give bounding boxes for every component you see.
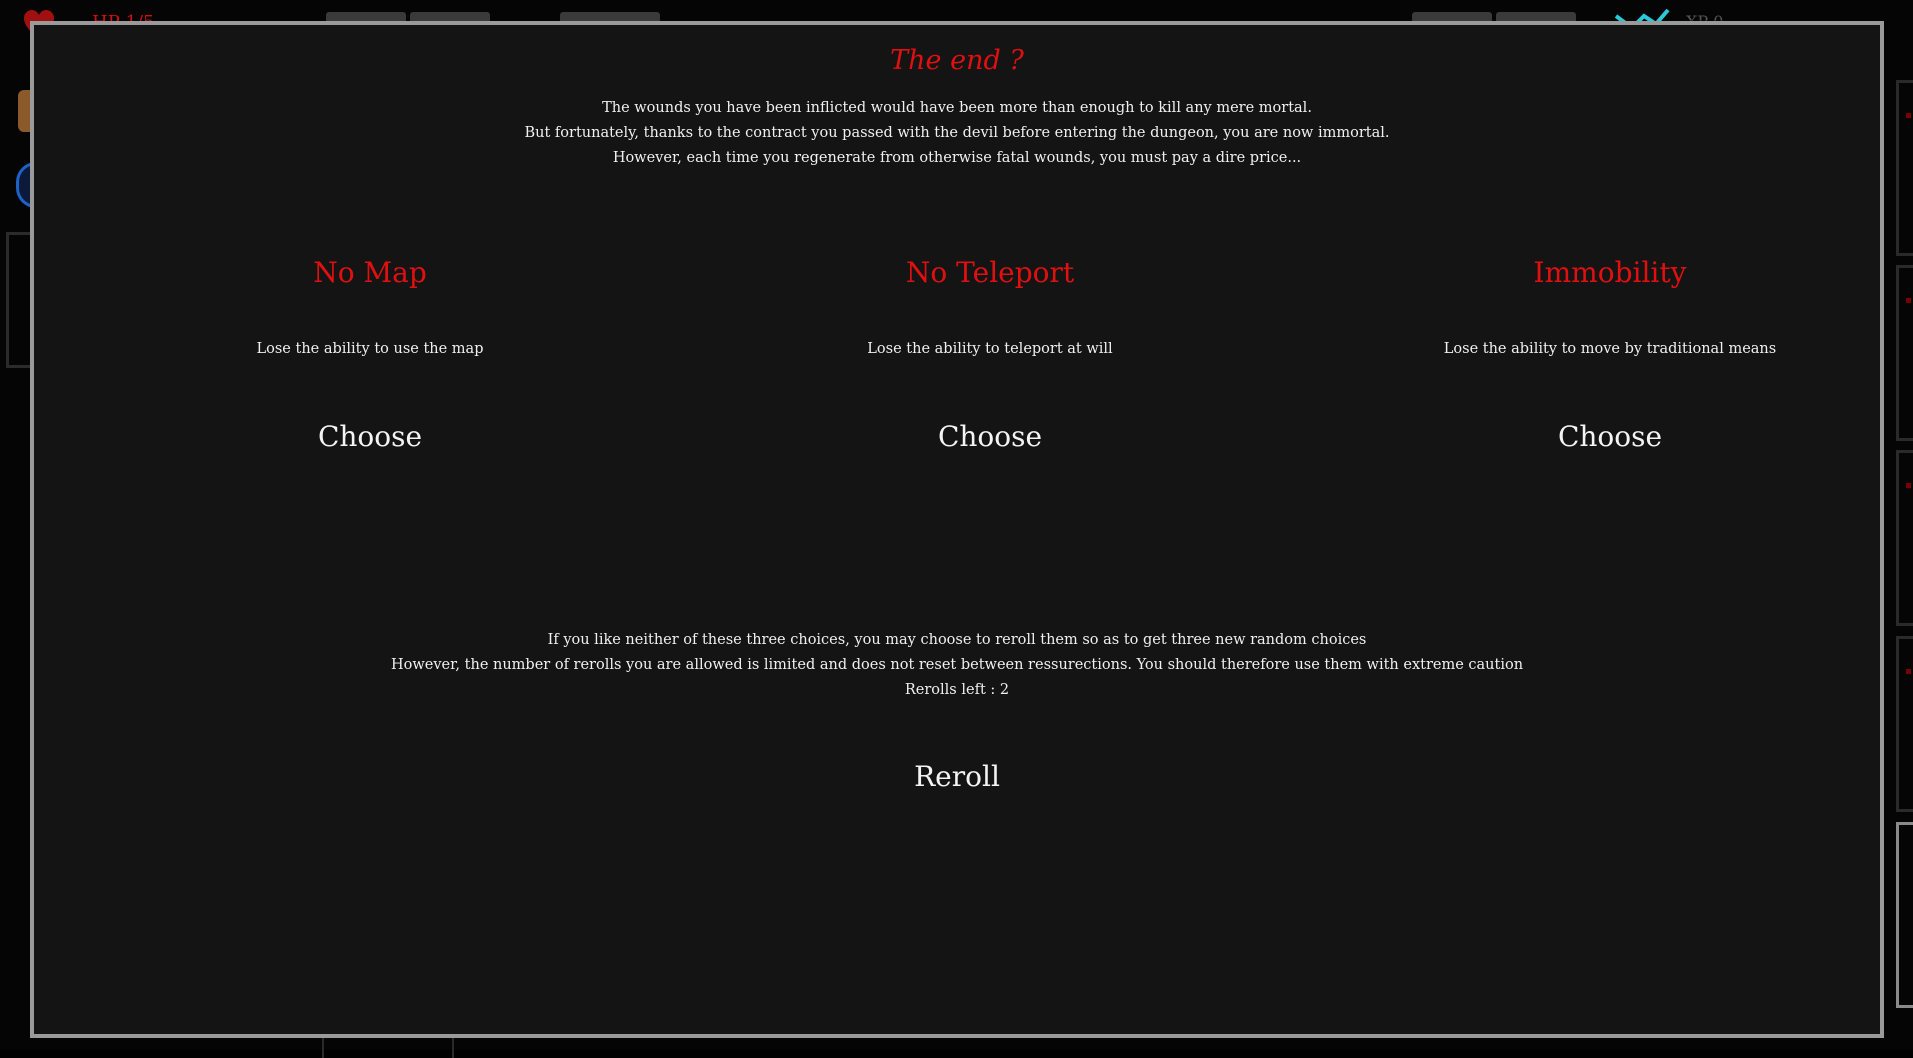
option-description: Lose the ability to move by traditional … bbox=[1443, 341, 1777, 357]
choose-no-teleport-button[interactable]: Choose bbox=[928, 417, 1052, 457]
dialog-title: The end ? bbox=[890, 45, 1024, 76]
intro-line: However, each time you regenerate from o… bbox=[612, 150, 1302, 166]
resurrection-dialog: The end ? The wounds you have been infli… bbox=[30, 21, 1884, 1038]
choose-no-map-button[interactable]: Choose bbox=[308, 417, 432, 457]
option-no-map: No Map Lose the ability to use the map C… bbox=[60, 253, 680, 457]
right-slot[interactable] bbox=[1896, 80, 1913, 256]
option-description: Lose the ability to use the map bbox=[256, 341, 484, 357]
option-title: Immobility bbox=[1533, 256, 1687, 289]
rerolls-left: Rerolls left : 2 bbox=[904, 682, 1010, 698]
option-title: No Map bbox=[313, 256, 427, 289]
right-slot[interactable] bbox=[1896, 450, 1913, 626]
option-no-teleport: No Teleport Lose the ability to teleport… bbox=[680, 253, 1300, 457]
bottom-tab[interactable] bbox=[322, 1036, 454, 1058]
option-title: No Teleport bbox=[905, 256, 1075, 289]
reroll-line: If you like neither of these three choic… bbox=[547, 632, 1367, 648]
intro-line: But fortunately, thanks to the contract … bbox=[524, 125, 1390, 141]
reroll-button[interactable]: Reroll bbox=[904, 757, 1010, 797]
curse-options: No Map Lose the ability to use the map C… bbox=[34, 253, 1880, 513]
intro-text: The wounds you have been inflicted would… bbox=[34, 96, 1880, 171]
right-slot[interactable] bbox=[1896, 636, 1913, 812]
choose-immobility-button[interactable]: Choose bbox=[1548, 417, 1672, 457]
reroll-info: If you like neither of these three choic… bbox=[34, 628, 1880, 703]
option-description: Lose the ability to teleport at will bbox=[867, 341, 1113, 357]
reroll-line: However, the number of rerolls you are a… bbox=[390, 657, 1524, 673]
option-immobility: Immobility Lose the ability to move by t… bbox=[1300, 253, 1913, 457]
right-slot-selected[interactable] bbox=[1896, 822, 1913, 1008]
reroll-button-wrap: Reroll bbox=[34, 757, 1880, 797]
intro-line: The wounds you have been inflicted would… bbox=[602, 100, 1312, 116]
